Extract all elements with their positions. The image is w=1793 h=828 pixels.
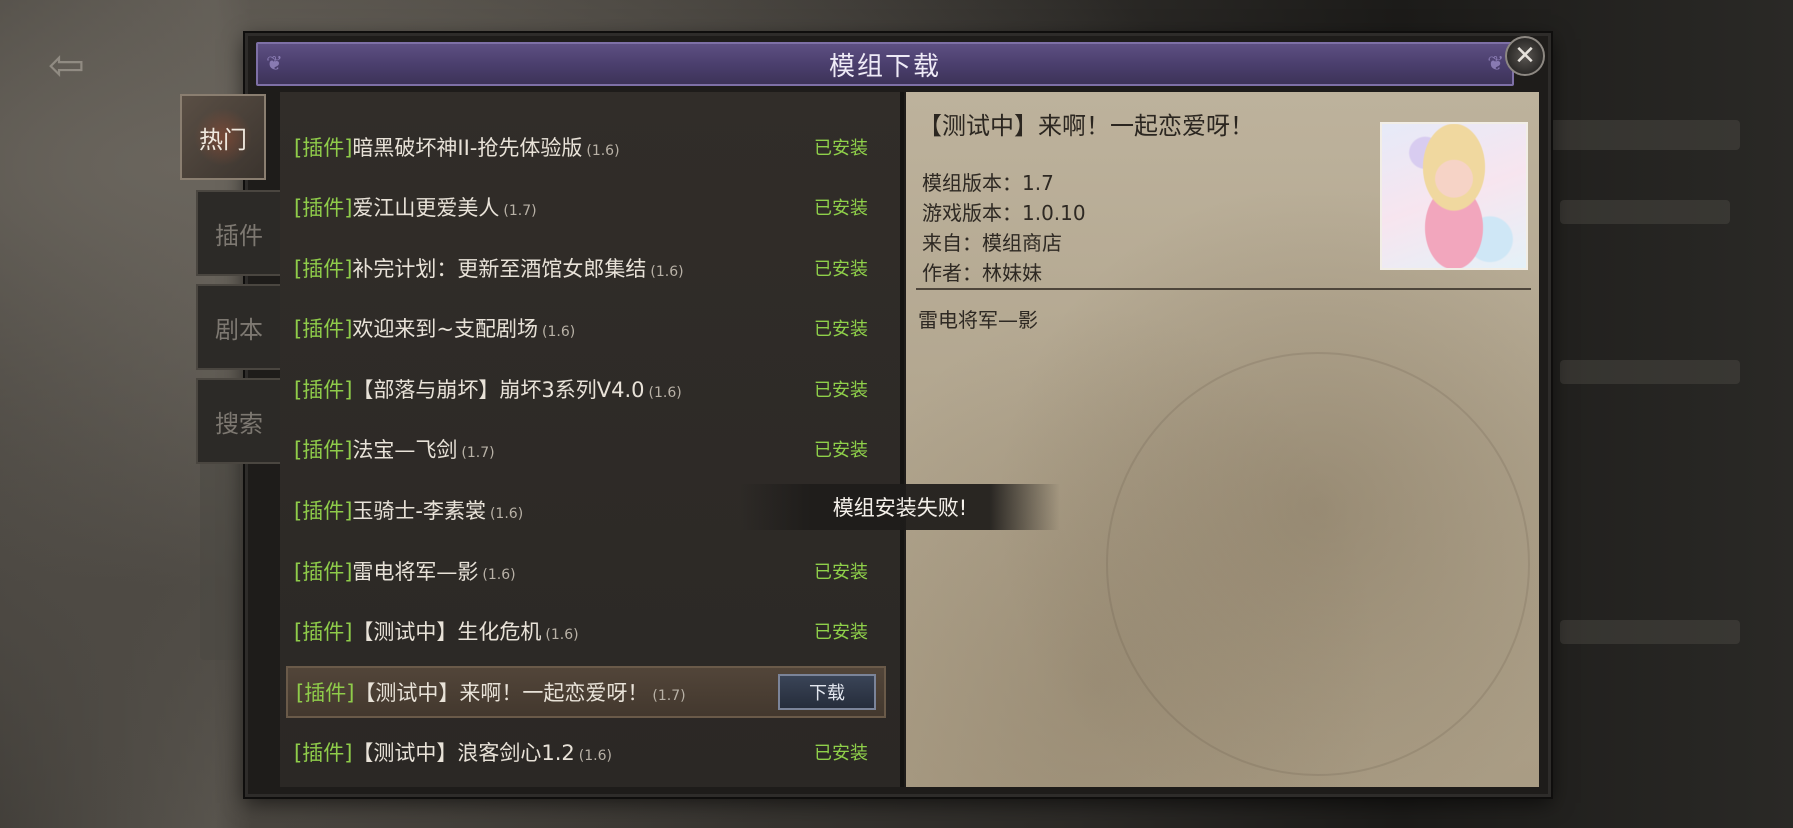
list-item[interactable]: [插件]爱江山更爱美人 (1.7) 已安装 — [280, 177, 880, 237]
download-button[interactable]: 下载 — [778, 674, 876, 710]
tab-search[interactable]: 搜索 — [196, 378, 282, 464]
item-tag: [插件] — [294, 136, 353, 160]
mod-source: 来自：模组商店 — [922, 231, 1062, 255]
blurred-text — [1560, 360, 1740, 384]
item-name: 玉骑士-李素裳 — [352, 499, 486, 523]
list-item[interactable]: [插件]【部落与崩坏】崩坏3系列V4.0 (1.6) 已安装 — [280, 359, 880, 419]
installed-status: 已安装 — [814, 743, 868, 764]
list-item[interactable]: [插件]雷电将军—影 (1.6) 已安装 — [280, 541, 880, 601]
list-item-selected[interactable]: [插件]【测试中】来啊！一起恋爱呀！ (1.7) 下载 — [286, 666, 886, 718]
installed-status: 已安装 — [814, 138, 868, 159]
mod-version: 模组版本：1.7 — [922, 171, 1054, 195]
item-name: 法宝—飞剑 — [352, 438, 458, 462]
item-name: 爱江山更爱美人 — [352, 196, 500, 220]
item-tag: [插件] — [294, 499, 353, 523]
list-item[interactable]: [插件]【测试中】浪客剑心1.2 (1.6) 已安装 — [280, 722, 880, 782]
item-name: 欢迎来到~支配剧场 — [352, 317, 538, 341]
mod-thumbnail — [1380, 122, 1528, 270]
item-name: 补完计划：更新至酒馆女郎集结 — [352, 257, 647, 281]
item-version: (1.7) — [503, 203, 537, 219]
mod-description: 雷电将军—影 — [918, 308, 1038, 332]
item-version: (1.6) — [545, 627, 579, 643]
installed-status: 已安装 — [814, 380, 868, 401]
dialog-title: 模组下载 — [828, 51, 941, 82]
list-item[interactable]: [插件]暗黑破坏神II-抢先体验版 (1.6) 已安装 — [280, 117, 880, 177]
background-sketch — [1106, 352, 1530, 776]
detail-meta: 模组版本：1.7 游戏版本：1.0.10 来自：模组商店 作者：林妹妹 — [922, 168, 1086, 288]
item-version: (1.6) — [650, 264, 684, 280]
item-version: (1.6) — [586, 143, 620, 159]
item-name: 【测试中】浪客剑心1.2 — [352, 741, 575, 765]
item-version: (1.7) — [652, 688, 686, 704]
mod-author: 作者：林妹妹 — [922, 261, 1042, 285]
blurred-panel — [200, 460, 240, 660]
item-tag: [插件] — [294, 378, 353, 402]
item-tag: [插件] — [294, 196, 353, 220]
divider — [916, 288, 1531, 290]
installed-status: 已安装 — [814, 622, 868, 643]
item-tag: [插件] — [296, 681, 355, 705]
tab-label: 剧本 — [215, 315, 263, 344]
back-arrow-icon: ⇦ — [48, 40, 85, 91]
mod-detail-panel: 【测试中】来啊！一起恋爱呀！ 模组版本：1.7 游戏版本：1.0.10 来自：模… — [906, 92, 1539, 787]
item-version: (1.7) — [461, 445, 495, 461]
close-button[interactable]: ✕ — [1505, 36, 1545, 76]
detail-title: 【测试中】来啊！一起恋爱呀！ — [918, 112, 1254, 140]
item-name: 雷电将军—影 — [352, 560, 479, 584]
item-tag: [插件] — [294, 438, 353, 462]
category-tabs: 热门 插件 剧本 搜索 — [180, 94, 282, 474]
close-icon: ✕ — [1514, 41, 1536, 71]
item-version: (1.6) — [542, 324, 576, 340]
tab-plugin[interactable]: 插件 — [196, 190, 282, 276]
game-version: 游戏版本：1.0.10 — [922, 201, 1086, 225]
item-name: 【测试中】来啊！一起恋爱呀！ — [354, 681, 649, 705]
blurred-text — [1560, 620, 1740, 644]
item-version: (1.6) — [578, 748, 612, 764]
installed-status: 已安装 — [814, 562, 868, 583]
item-tag: [插件] — [294, 317, 353, 341]
install-failed-toast: 模组安装失败! — [740, 484, 1060, 530]
list-item[interactable]: [插件]补完计划：更新至酒馆女郎集结 (1.6) 已安装 — [280, 238, 880, 298]
blurred-text — [1550, 120, 1740, 150]
item-tag: [插件] — [294, 257, 353, 281]
item-tag: [插件] — [294, 620, 353, 644]
blurred-text — [1560, 200, 1730, 224]
item-version: (1.6) — [648, 385, 682, 401]
tab-label: 搜索 — [215, 409, 263, 438]
installed-status: 已安装 — [814, 259, 868, 280]
installed-status: 已安装 — [814, 440, 868, 461]
item-version: (1.6) — [489, 506, 524, 522]
item-name: 【部落与崩坏】崩坏3系列V4.0 — [352, 378, 645, 402]
item-tag: [插件] — [294, 560, 353, 584]
item-name: 暗黑破坏神II-抢先体验版 — [352, 136, 583, 160]
list-item[interactable]: [插件]【测试中】生化危机 (1.6) 已安装 — [280, 601, 880, 661]
tab-label: 热门 — [199, 125, 247, 154]
mod-list[interactable]: [插件]暗黑破坏神II-抢先体验版 (1.6) 已安装 [插件]爱江山更爱美人 (1… — [280, 92, 904, 787]
tab-hot[interactable]: 热门 — [180, 94, 266, 180]
tab-script[interactable]: 剧本 — [196, 284, 282, 370]
item-name: 【测试中】生化危机 — [352, 620, 542, 644]
dialog-titlebar: ❦ 模组下载 ❦ — [256, 42, 1514, 86]
ornament-right-icon: ❦ — [1487, 51, 1504, 75]
ornament-left-icon: ❦ — [266, 51, 283, 75]
tab-label: 插件 — [215, 221, 263, 250]
item-tag: [插件] — [294, 741, 353, 765]
list-item[interactable]: [插件]欢迎来到~支配剧场 (1.6) 已安装 — [280, 298, 880, 358]
item-version: (1.6) — [482, 567, 516, 583]
installed-status: 已安装 — [814, 198, 868, 219]
list-item[interactable]: [插件]法宝—飞剑 (1.7) 已安装 — [280, 419, 880, 479]
installed-status: 已安装 — [814, 319, 868, 340]
